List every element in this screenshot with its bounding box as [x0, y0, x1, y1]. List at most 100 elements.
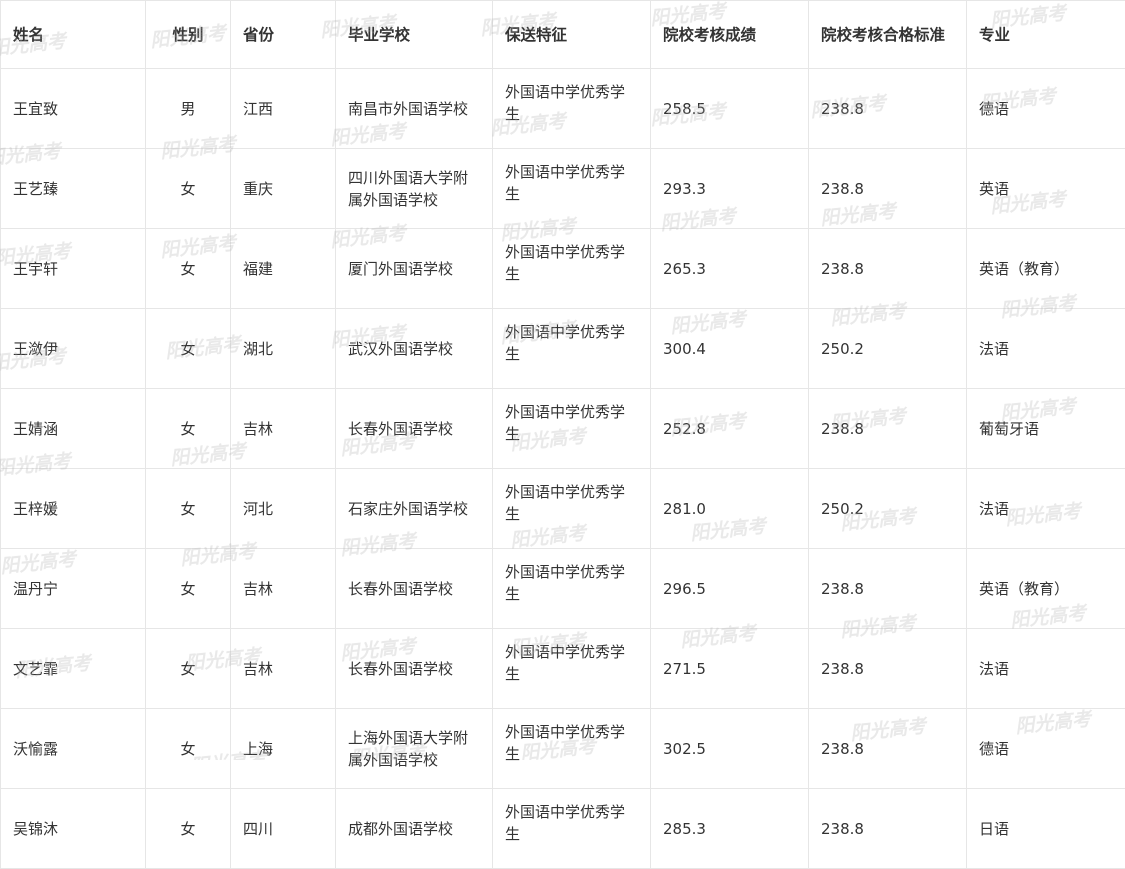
- cell-gender: 女: [146, 469, 231, 549]
- cell-score: 300.4: [651, 309, 809, 389]
- header-name: 姓名: [1, 1, 146, 69]
- cell-score: 302.5: [651, 709, 809, 789]
- cell-gender: 男: [146, 69, 231, 149]
- table-row: 吴锦沐女四川成都外国语学校外国语中学优秀学生285.3238.8日语: [1, 789, 1125, 869]
- cell-major: 法语: [967, 309, 1125, 389]
- cell-gender: 女: [146, 229, 231, 309]
- cell-province: 重庆: [231, 149, 336, 229]
- cell-score: 258.5: [651, 69, 809, 149]
- cell-province: 河北: [231, 469, 336, 549]
- cell-province: 上海: [231, 709, 336, 789]
- cell-school: 南昌市外国语学校: [336, 69, 493, 149]
- cell-score: 285.3: [651, 789, 809, 869]
- cell-major: 英语（教育）: [967, 229, 1125, 309]
- cell-school: 四川外国语大学附属外国语学校: [336, 149, 493, 229]
- admission-table: 姓名 性别 省份 毕业学校 保送特征 院校考核成绩 院校考核合格标准 专业 王宜…: [0, 0, 1125, 869]
- cell-name: 王艺臻: [1, 149, 146, 229]
- cell-province: 吉林: [231, 389, 336, 469]
- cell-standard: 238.8: [809, 549, 967, 629]
- cell-school: 成都外国语学校: [336, 789, 493, 869]
- cell-province: 吉林: [231, 629, 336, 709]
- cell-province: 湖北: [231, 309, 336, 389]
- cell-school: 长春外国语学校: [336, 389, 493, 469]
- cell-name: 吴锦沐: [1, 789, 146, 869]
- header-province: 省份: [231, 1, 336, 69]
- cell-gender: 女: [146, 789, 231, 869]
- header-standard: 院校考核合格标准: [809, 1, 967, 69]
- cell-standard: 238.8: [809, 629, 967, 709]
- cell-school: 上海外国语大学附属外国语学校: [336, 709, 493, 789]
- cell-gender: 女: [146, 389, 231, 469]
- cell-school: 厦门外国语学校: [336, 229, 493, 309]
- header-major: 专业: [967, 1, 1125, 69]
- cell-school: 石家庄外国语学校: [336, 469, 493, 549]
- cell-name: 王梓媛: [1, 469, 146, 549]
- cell-standard: 238.8: [809, 69, 967, 149]
- table-row: 王婧涵女吉林长春外国语学校外国语中学优秀学生252.8238.8葡萄牙语: [1, 389, 1125, 469]
- cell-score: 281.0: [651, 469, 809, 549]
- cell-major: 德语: [967, 709, 1125, 789]
- cell-standard: 238.8: [809, 389, 967, 469]
- cell-school: 长春外国语学校: [336, 549, 493, 629]
- table-row: 王梓媛女河北石家庄外国语学校外国语中学优秀学生281.0250.2法语: [1, 469, 1125, 549]
- cell-feature: 外国语中学优秀学生: [493, 229, 651, 309]
- cell-score: 296.5: [651, 549, 809, 629]
- cell-feature: 外国语中学优秀学生: [493, 309, 651, 389]
- table-row: 沃愉露女上海上海外国语大学附属外国语学校外国语中学优秀学生302.5238.8德…: [1, 709, 1125, 789]
- cell-gender: 女: [146, 629, 231, 709]
- cell-feature: 外国语中学优秀学生: [493, 549, 651, 629]
- cell-name: 王潋伊: [1, 309, 146, 389]
- cell-name: 王婧涵: [1, 389, 146, 469]
- cell-feature: 外国语中学优秀学生: [493, 789, 651, 869]
- cell-feature: 外国语中学优秀学生: [493, 629, 651, 709]
- table-row: 温丹宁女吉林长春外国语学校外国语中学优秀学生296.5238.8英语（教育）: [1, 549, 1125, 629]
- cell-major: 法语: [967, 629, 1125, 709]
- header-school: 毕业学校: [336, 1, 493, 69]
- cell-name: 王宜致: [1, 69, 146, 149]
- table-body: 王宜致男江西南昌市外国语学校外国语中学优秀学生258.5238.8德语王艺臻女重…: [1, 69, 1125, 869]
- cell-standard: 250.2: [809, 469, 967, 549]
- header-feature: 保送特征: [493, 1, 651, 69]
- header-gender: 性别: [146, 1, 231, 69]
- table-row: 文艺霏女吉林长春外国语学校外国语中学优秀学生271.5238.8法语: [1, 629, 1125, 709]
- cell-gender: 女: [146, 309, 231, 389]
- cell-name: 王宇轩: [1, 229, 146, 309]
- cell-major: 英语（教育）: [967, 549, 1125, 629]
- table-row: 王艺臻女重庆四川外国语大学附属外国语学校外国语中学优秀学生293.3238.8英…: [1, 149, 1125, 229]
- cell-standard: 238.8: [809, 789, 967, 869]
- cell-province: 四川: [231, 789, 336, 869]
- cell-feature: 外国语中学优秀学生: [493, 469, 651, 549]
- cell-province: 福建: [231, 229, 336, 309]
- cell-score: 271.5: [651, 629, 809, 709]
- table-row: 王宇轩女福建厦门外国语学校外国语中学优秀学生265.3238.8英语（教育）: [1, 229, 1125, 309]
- cell-feature: 外国语中学优秀学生: [493, 149, 651, 229]
- cell-major: 德语: [967, 69, 1125, 149]
- cell-school: 长春外国语学校: [336, 629, 493, 709]
- cell-feature: 外国语中学优秀学生: [493, 389, 651, 469]
- cell-feature: 外国语中学优秀学生: [493, 709, 651, 789]
- table-row: 王宜致男江西南昌市外国语学校外国语中学优秀学生258.5238.8德语: [1, 69, 1125, 149]
- header-score: 院校考核成绩: [651, 1, 809, 69]
- cell-gender: 女: [146, 549, 231, 629]
- cell-province: 吉林: [231, 549, 336, 629]
- cell-name: 文艺霏: [1, 629, 146, 709]
- cell-standard: 238.8: [809, 149, 967, 229]
- cell-score: 265.3: [651, 229, 809, 309]
- cell-feature: 外国语中学优秀学生: [493, 69, 651, 149]
- cell-major: 法语: [967, 469, 1125, 549]
- cell-standard: 238.8: [809, 229, 967, 309]
- cell-major: 日语: [967, 789, 1125, 869]
- cell-name: 温丹宁: [1, 549, 146, 629]
- cell-province: 江西: [231, 69, 336, 149]
- cell-major: 英语: [967, 149, 1125, 229]
- cell-name: 沃愉露: [1, 709, 146, 789]
- cell-standard: 250.2: [809, 309, 967, 389]
- cell-standard: 238.8: [809, 709, 967, 789]
- cell-score: 293.3: [651, 149, 809, 229]
- table-header-row: 姓名 性别 省份 毕业学校 保送特征 院校考核成绩 院校考核合格标准 专业: [1, 1, 1125, 69]
- cell-score: 252.8: [651, 389, 809, 469]
- cell-gender: 女: [146, 149, 231, 229]
- cell-gender: 女: [146, 709, 231, 789]
- cell-school: 武汉外国语学校: [336, 309, 493, 389]
- table-row: 王潋伊女湖北武汉外国语学校外国语中学优秀学生300.4250.2法语: [1, 309, 1125, 389]
